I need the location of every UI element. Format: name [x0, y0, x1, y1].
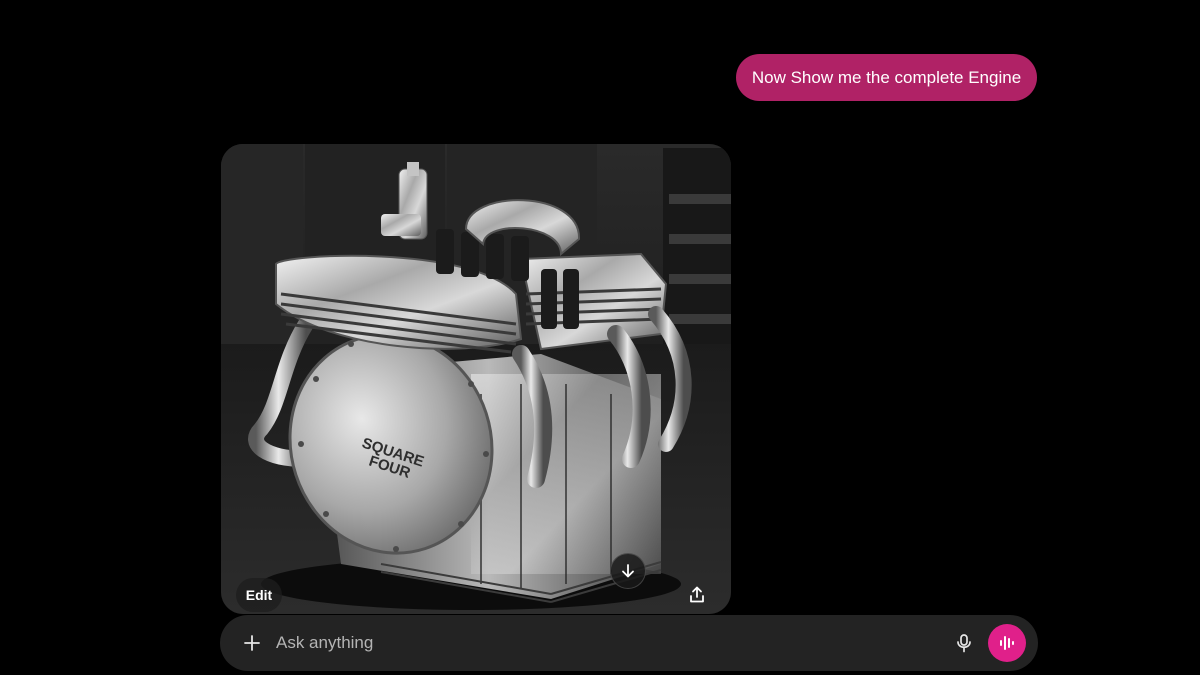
microphone-icon: [957, 634, 971, 653]
message-composer: [220, 615, 1038, 671]
voice-mode-button[interactable]: [988, 624, 1026, 662]
user-message-bubble: Now Show me the complete Engine: [736, 54, 1037, 101]
attach-button[interactable]: [238, 629, 266, 657]
share-upload-icon: [690, 586, 704, 603]
voice-waveform-icon: [1000, 636, 1014, 650]
generated-image[interactable]: SQUARE FOUR: [221, 144, 731, 614]
edit-image-button[interactable]: Edit: [236, 578, 282, 612]
chat-page: Now Show me the complete Engine SQUARE F…: [0, 0, 1200, 675]
ask-anything-input[interactable]: [276, 629, 936, 657]
download-button[interactable]: [610, 553, 646, 589]
engine-image: SQUARE FOUR: [221, 144, 731, 614]
microphone-button[interactable]: [950, 629, 978, 657]
download-arrow-icon: [622, 564, 634, 578]
edit-label: Edit: [245, 587, 273, 603]
plus-icon: [244, 635, 260, 651]
user-message-text: Now Show me the complete Engine: [751, 67, 1022, 87]
share-button[interactable]: [682, 580, 712, 610]
